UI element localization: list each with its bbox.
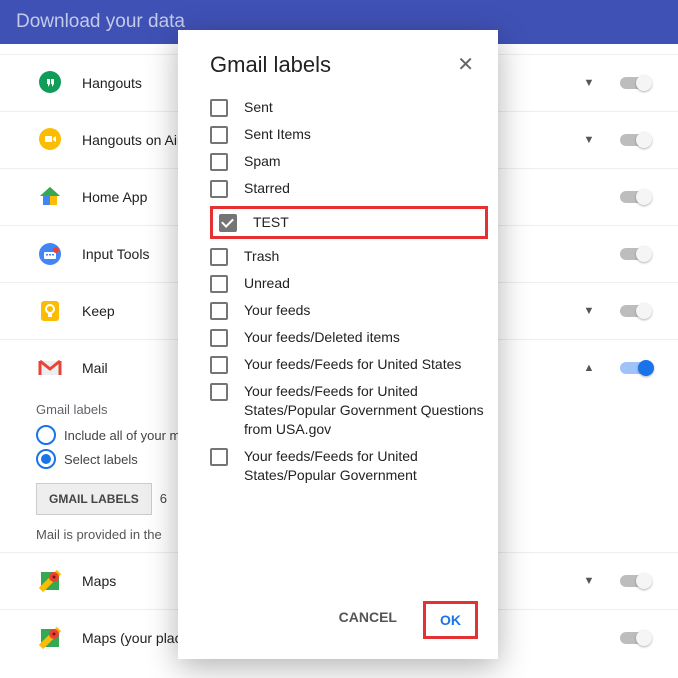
page-title: Download your data	[16, 11, 185, 32]
label-text: Your feeds/Feeds for United States	[244, 355, 488, 374]
input-tools-icon	[36, 240, 64, 268]
label-text: TEST	[253, 213, 479, 232]
checkbox[interactable]	[210, 126, 228, 144]
label-item[interactable]: TEST	[210, 206, 488, 239]
checkbox[interactable]	[210, 153, 228, 171]
label-item[interactable]: Spam	[210, 152, 488, 171]
label-text: Trash	[244, 247, 488, 266]
label-item[interactable]: Your feeds/Feeds for United States	[210, 355, 488, 374]
checkbox[interactable]	[210, 329, 228, 347]
label-item[interactable]: Your feeds	[210, 301, 488, 320]
label-item[interactable]: Your feeds/Deleted items	[210, 328, 488, 347]
checkbox[interactable]	[210, 180, 228, 198]
chevron-down-icon[interactable]: ▼	[580, 305, 598, 317]
mail-icon	[36, 354, 64, 382]
include-toggle[interactable]	[620, 305, 650, 317]
include-toggle[interactable]	[620, 77, 650, 89]
chevron-up-icon[interactable]: ▲	[580, 362, 598, 374]
checkbox[interactable]	[210, 383, 228, 401]
label-text: Sent	[244, 98, 488, 117]
checkbox[interactable]	[210, 448, 228, 466]
label-text: Spam	[244, 152, 488, 171]
keep-icon	[36, 297, 64, 325]
label-text: Your feeds/Feeds for United States/Popul…	[244, 447, 488, 485]
include-toggle[interactable]	[620, 134, 650, 146]
radio-include-all[interactable]	[36, 425, 56, 445]
checkbox[interactable]	[210, 275, 228, 293]
label-item[interactable]: Trash	[210, 247, 488, 266]
radio-select-labels[interactable]	[36, 449, 56, 469]
chevron-down-icon[interactable]: ▼	[580, 134, 598, 146]
label-item[interactable]: Starred	[210, 179, 488, 198]
gmail-labels-button[interactable]: GMAIL LABELS	[36, 483, 152, 515]
checkbox[interactable]	[210, 356, 228, 374]
include-toggle[interactable]	[620, 362, 650, 374]
label-text: Sent Items	[244, 125, 488, 144]
maps-your-places-icon	[36, 624, 64, 652]
include-toggle[interactable]	[620, 248, 650, 260]
hangouts-icon	[36, 69, 64, 97]
chevron-down-icon[interactable]: ▼	[580, 575, 598, 587]
cancel-button[interactable]: CANCEL	[325, 601, 411, 639]
checkbox[interactable]	[210, 248, 228, 266]
labels-count: 6	[160, 491, 167, 506]
label-text: Your feeds	[244, 301, 488, 320]
ok-button[interactable]: OK	[423, 601, 478, 639]
include-toggle[interactable]	[620, 191, 650, 203]
checkbox[interactable]	[210, 302, 228, 320]
chevron-down-icon[interactable]: ▼	[580, 77, 598, 89]
include-toggle[interactable]	[620, 632, 650, 644]
radio-label: Select labels	[64, 452, 138, 467]
checkbox[interactable]	[210, 99, 228, 117]
gmail-labels-dialog: Gmail labels ✕ Sent Sent Items Spam Starred…	[178, 30, 498, 659]
checkbox[interactable]	[219, 214, 237, 232]
include-toggle[interactable]	[620, 575, 650, 587]
label-text: Your feeds/Deleted items	[244, 328, 488, 347]
home-app-icon	[36, 183, 64, 211]
label-text: Unread	[244, 274, 488, 293]
label-text: Starred	[244, 179, 488, 198]
dialog-title: Gmail labels	[210, 52, 331, 78]
label-item[interactable]: Your feeds/Feeds for United States/Popul…	[210, 382, 488, 439]
label-item[interactable]: Sent	[210, 98, 488, 117]
close-icon[interactable]: ✕	[457, 55, 474, 75]
label-text: Your feeds/Feeds for United States/Popul…	[244, 382, 488, 439]
radio-label: Include all of your mail	[64, 428, 193, 443]
label-item[interactable]: Your feeds/Feeds for United States/Popul…	[210, 447, 488, 485]
label-item[interactable]: Unread	[210, 274, 488, 293]
hangouts-on-air-icon	[36, 126, 64, 154]
maps-icon	[36, 567, 64, 595]
label-item[interactable]: Sent Items	[210, 125, 488, 144]
labels-list[interactable]: Sent Sent Items Spam Starred TEST Trash Unread…	[178, 86, 498, 587]
